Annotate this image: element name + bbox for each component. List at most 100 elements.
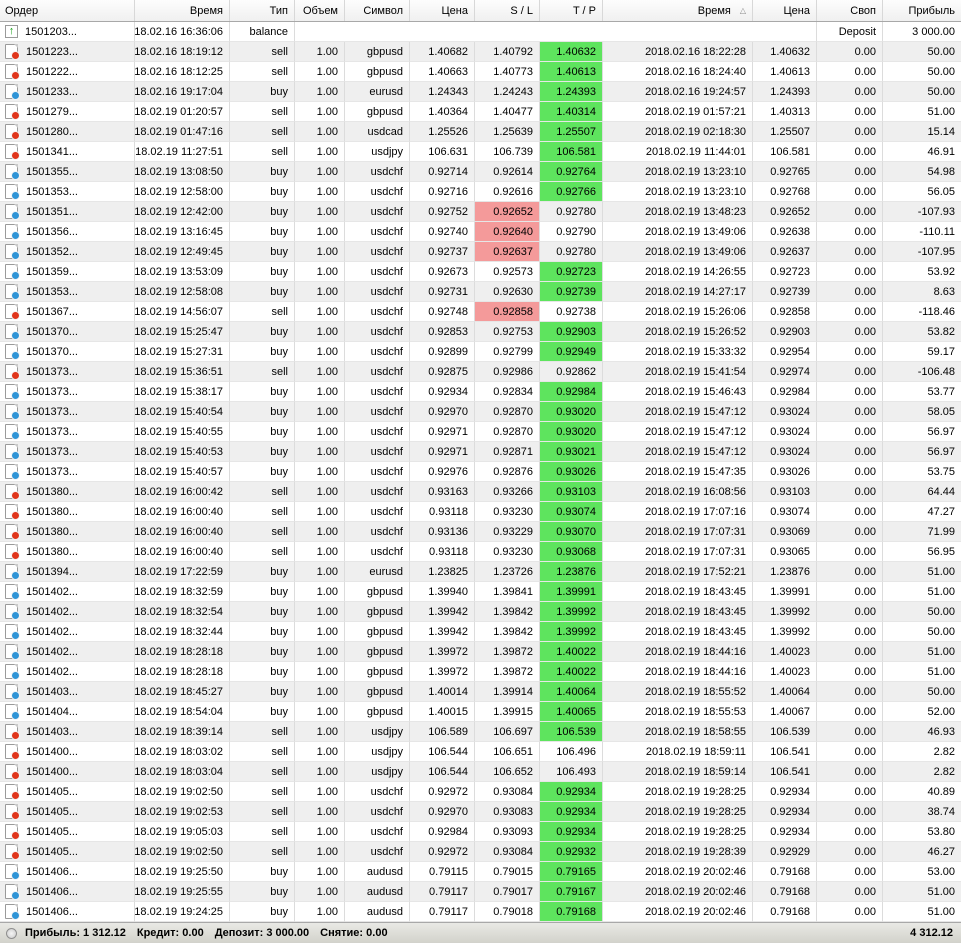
table-row[interactable]: 1501359... 2018.02.19 13:53:09 buy 1.00 usdc… <box>0 262 961 282</box>
buy-order-icon <box>5 264 20 280</box>
table-row[interactable]: 1501223... 2018.02.16 18:19:12 sell 1.00 gbp… <box>0 42 961 62</box>
cell-tp: 1.40613 <box>540 62 603 82</box>
cell-sl: 106.739 <box>475 142 540 162</box>
table-row[interactable]: 1501373... 2018.02.19 15:40:57 buy 1.00 usdc… <box>0 462 961 482</box>
table-row[interactable]: 1501402... 2018.02.19 18:28:18 buy 1.00 gbpu… <box>0 642 961 662</box>
cell-text: 1.39942 <box>428 625 468 638</box>
table-row[interactable]: 1501280... 2018.02.19 01:47:16 sell 1.00 usd… <box>0 122 961 142</box>
cell-time2-close: 2018.02.19 13:49:06 <box>603 242 753 262</box>
cell-text: balance <box>249 25 288 38</box>
cell-profit: 53.75 <box>883 462 961 482</box>
table-row[interactable]: 1501341... 2018.02.19 11:27:51 sell 1.00 usd… <box>0 142 961 162</box>
table-row[interactable]: 1501406... 2018.02.19 19:25:55 buy 1.00 audu… <box>0 882 961 902</box>
table-row[interactable]: 1501405... 2018.02.19 19:05:03 sell 1.00 usd… <box>0 822 961 842</box>
cell-text: 0.00 <box>854 85 876 98</box>
table-row[interactable]: 1501402... 2018.02.19 18:32:54 buy 1.00 gbpu… <box>0 602 961 622</box>
cell-text: 1.00 <box>316 465 338 478</box>
table-row[interactable]: 1501404... 2018.02.19 18:54:04 buy 1.00 gbpu… <box>0 702 961 722</box>
cell-price2-close: 0.79168 <box>753 902 817 922</box>
table-row[interactable]: 1501400... 2018.02.19 18:03:02 sell 1.00 usd… <box>0 742 961 762</box>
cell-text: 106.541 <box>770 765 810 778</box>
table-row[interactable]: 1501352... 2018.02.19 12:49:45 buy 1.00 usdc… <box>0 242 961 262</box>
table-row[interactable]: 1501353... 2018.02.19 12:58:00 buy 1.00 usdc… <box>0 182 961 202</box>
cell-text: buy <box>270 465 288 478</box>
cell-text: 1.24393 <box>770 85 810 98</box>
status-deposit: Депозит: 3 000.00 <box>214 927 310 939</box>
table-row[interactable]: 1501405... 2018.02.19 19:02:50 sell 1.00 usd… <box>0 782 961 802</box>
cell-tp: 0.93070 <box>540 522 603 542</box>
cell-price: 1.39940 <box>410 582 475 602</box>
cell-sl: 0.79015 <box>475 862 540 882</box>
cell-price: 106.544 <box>410 742 475 762</box>
table-row[interactable]: 1501355... 2018.02.19 13:08:50 buy 1.00 usdc… <box>0 162 961 182</box>
table-row[interactable]: 1501356... 2018.02.19 13:16:45 buy 1.00 usdc… <box>0 222 961 242</box>
table-row[interactable]: 1501402... 2018.02.19 18:32:59 buy 1.00 gbpu… <box>0 582 961 602</box>
table-row[interactable]: 1501353... 2018.02.19 12:58:08 buy 1.00 usdc… <box>0 282 961 302</box>
table-row[interactable]: 1501403... 2018.02.19 18:45:27 buy 1.00 gbpu… <box>0 682 961 702</box>
table-row[interactable]: 1501380... 2018.02.19 16:00:42 sell 1.00 usd… <box>0 482 961 502</box>
table-row[interactable]: 1501402... 2018.02.19 18:32:44 buy 1.00 gbpu… <box>0 622 961 642</box>
column-header-sl[interactable]: S / L <box>475 0 540 21</box>
table-row[interactable]: 1501405... 2018.02.19 19:02:53 sell 1.00 usd… <box>0 802 961 822</box>
cell-time: 2018.02.16 18:19:12 <box>135 42 230 62</box>
cell-text: 0.93084 <box>493 845 533 858</box>
column-header-type[interactable]: Тип <box>230 0 295 21</box>
cell-text: 2018.02.19 12:58:08 <box>135 285 223 298</box>
table-row[interactable]: 1501370... 2018.02.19 15:27:31 buy 1.00 usdc… <box>0 342 961 362</box>
cell-order: 1501380... <box>0 542 135 562</box>
table-row[interactable]: 1501233... 2018.02.16 19:17:04 buy 1.00 euru… <box>0 82 961 102</box>
table-row[interactable]: 1501402... 2018.02.19 18:28:18 buy 1.00 gbpu… <box>0 662 961 682</box>
column-header-profit[interactable]: Прибыль <box>883 0 961 21</box>
table-row[interactable]: 1501373... 2018.02.19 15:36:51 sell 1.00 usd… <box>0 362 961 382</box>
sell-dot-icon <box>11 811 20 820</box>
column-header-time2-close[interactable]: Время △ <box>603 0 753 21</box>
cell-text: 0.93065 <box>770 545 810 558</box>
column-header-swap[interactable]: Своп <box>817 0 883 21</box>
table-row[interactable]: 1501370... 2018.02.19 15:25:47 buy 1.00 usdc… <box>0 322 961 342</box>
table-row[interactable]: 1501373... 2018.02.19 15:40:54 buy 1.00 usdc… <box>0 402 961 422</box>
table-row[interactable]: 1501394... 2018.02.19 17:22:59 buy 1.00 euru… <box>0 562 961 582</box>
table-row[interactable]: 1501380... 2018.02.19 16:00:40 sell 1.00 usd… <box>0 502 961 522</box>
buy-dot-icon <box>11 671 20 680</box>
column-header-order[interactable]: Ордер <box>0 0 135 21</box>
table-row[interactable]: 1501222... 2018.02.16 18:12:25 sell 1.00 gbp… <box>0 62 961 82</box>
cell-text: sell <box>271 305 288 318</box>
cell-sl: 0.92799 <box>475 342 540 362</box>
table-row[interactable]: 1501406... 2018.02.19 19:24:25 buy 1.00 audu… <box>0 902 961 922</box>
cell-type: sell <box>230 502 295 522</box>
column-header-time[interactable]: Время <box>135 0 230 21</box>
column-header-tp[interactable]: T / P <box>540 0 603 21</box>
table-row[interactable]: 1501380... 2018.02.19 16:00:40 sell 1.00 usd… <box>0 542 961 562</box>
table-row[interactable]: 1501373... 2018.02.19 15:40:53 buy 1.00 usdc… <box>0 442 961 462</box>
table-row[interactable]: 1501400... 2018.02.19 18:03:04 sell 1.00 usd… <box>0 762 961 782</box>
cell-text: 1501380... <box>26 505 78 518</box>
table-row[interactable]: 1501405... 2018.02.19 19:02:50 sell 1.00 usd… <box>0 842 961 862</box>
table-row[interactable]: 1501403... 2018.02.19 18:39:14 sell 1.00 usd… <box>0 722 961 742</box>
cell-text: 0.92731 <box>428 285 468 298</box>
table-row[interactable]: ↑ 1501203... 2018.02.16 16:36:06 balance Dep… <box>0 22 961 42</box>
cell-volume: 1.00 <box>295 42 345 62</box>
cell-tp: 0.79165 <box>540 862 603 882</box>
cell-text: 2018.02.19 18:45:27 <box>135 685 223 698</box>
cell-tp: 0.92932 <box>540 842 603 862</box>
table-row[interactable]: 1501373... 2018.02.19 15:40:55 buy 1.00 usdc… <box>0 422 961 442</box>
column-header-volume[interactable]: Объем <box>295 0 345 21</box>
column-header-price2[interactable]: Цена <box>753 0 817 21</box>
cell-text: sell <box>271 765 288 778</box>
column-header-symbol[interactable]: Символ <box>345 0 410 21</box>
table-row[interactable]: 1501367... 2018.02.19 14:56:07 sell 1.00 usd… <box>0 302 961 322</box>
cell-symbol: usdchf <box>345 522 410 542</box>
cell-profit: 46.91 <box>883 142 961 162</box>
cell-text: 2018.02.19 18:55:52 <box>645 685 746 698</box>
table-row[interactable]: 1501406... 2018.02.19 19:25:50 buy 1.00 audu… <box>0 862 961 882</box>
table-row[interactable]: 1501279... 2018.02.19 01:20:57 sell 1.00 gbp… <box>0 102 961 122</box>
cell-price: 0.92970 <box>410 402 475 422</box>
table-row[interactable]: 1501373... 2018.02.19 15:38:17 buy 1.00 usdc… <box>0 382 961 402</box>
cell-sl: 106.697 <box>475 722 540 742</box>
column-header-price[interactable]: Цена <box>410 0 475 21</box>
cell-volume: 1.00 <box>295 622 345 642</box>
table-row[interactable]: 1501380... 2018.02.19 16:00:40 sell 1.00 usd… <box>0 522 961 542</box>
cell-swap: 0.00 <box>817 302 883 322</box>
table-row[interactable]: 1501351... 2018.02.19 12:42:00 buy 1.00 usdc… <box>0 202 961 222</box>
cell-time: 2018.02.16 18:12:25 <box>135 62 230 82</box>
